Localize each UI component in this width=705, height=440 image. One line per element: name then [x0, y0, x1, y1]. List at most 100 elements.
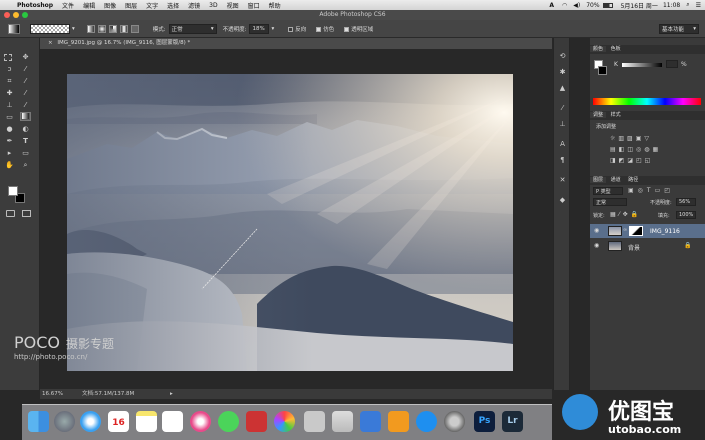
reminders-icon[interactable] [162, 411, 183, 432]
3d-panel-icon[interactable]: ◆ [558, 196, 567, 205]
menu-view[interactable]: 视图 [227, 1, 239, 10]
layer-thumbnail[interactable] [608, 226, 622, 236]
dither-checkbox-box[interactable] [316, 26, 322, 32]
gradient-preset-picker[interactable] [30, 23, 70, 34]
tab-styles[interactable]: 样式 [608, 112, 624, 118]
minimize-window-button[interactable] [13, 12, 19, 18]
tab-paths[interactable]: 路径 [625, 177, 641, 183]
tab-channels[interactable]: 通道 [608, 177, 624, 183]
adobe-icon[interactable]: A [549, 2, 554, 9]
menu-filter[interactable]: 滤镜 [188, 1, 200, 10]
tab-swatches[interactable]: 色板 [608, 46, 624, 52]
type-tool-icon[interactable]: T [20, 137, 31, 146]
app-store-icon[interactable] [416, 411, 437, 432]
gradient-tool-icon[interactable] [8, 23, 20, 34]
k-input[interactable] [666, 60, 678, 68]
blur-tool-icon[interactable]: ● [4, 125, 15, 134]
tab-adjustments[interactable]: 调整 [590, 112, 607, 118]
dodge-tool-icon[interactable]: ◐ [20, 125, 31, 134]
histogram-panel-icon[interactable]: ▲ [558, 84, 567, 93]
menubar-time[interactable]: 11:08 [663, 2, 680, 9]
eyedropper-icon[interactable]: ⁄ [20, 77, 31, 86]
preview-icon[interactable] [304, 411, 325, 432]
diamond-gradient-button[interactable] [130, 24, 139, 33]
tab-layers[interactable]: 图层 [590, 177, 607, 183]
color-spectrum-bar[interactable] [593, 98, 701, 105]
layer-mask-thumbnail[interactable] [629, 226, 643, 236]
brush-panel-icon[interactable]: ⁄ [558, 104, 567, 113]
history-panel-icon[interactable]: ⟲ [558, 52, 567, 61]
chain-link-icon[interactable]: ∞ [623, 227, 627, 233]
layer-name[interactable]: IMG_9116 [650, 228, 680, 235]
menu-file[interactable]: 文件 [62, 1, 74, 10]
clone-source-icon[interactable]: ⊥ [558, 120, 567, 129]
app-menu[interactable]: Photoshop [17, 2, 53, 9]
close-tab-icon[interactable]: × [48, 40, 53, 46]
volume-icon[interactable]: ◀) [573, 2, 580, 9]
menu-window[interactable]: 窗口 [248, 1, 260, 10]
reflected-gradient-button[interactable] [119, 24, 128, 33]
battery-percent[interactable]: 70% [586, 2, 599, 9]
mail-icon[interactable] [332, 411, 353, 432]
photoshop-icon[interactable]: Ps [474, 411, 495, 432]
actions-panel-icon[interactable]: ✱ [558, 68, 567, 77]
dither-checkbox[interactable]: 仿色 [316, 25, 334, 33]
notes-icon[interactable] [136, 411, 157, 432]
document-canvas-image[interactable] [67, 74, 513, 371]
workspace-dropdown[interactable]: 基本功能 ▾ [659, 23, 699, 34]
doc-info[interactable]: 文档:57.1M/137.8M [82, 389, 134, 399]
lightroom-icon[interactable]: Lr [502, 411, 523, 432]
photos-icon[interactable] [274, 411, 295, 432]
reverse-checkbox[interactable]: 反向 [288, 25, 306, 33]
gradient-dropdown-icon[interactable]: ▾ [72, 26, 75, 32]
brush-tool-icon[interactable]: ⁄ [20, 89, 31, 98]
panel-background-swatch[interactable] [598, 66, 607, 75]
history-brush-icon[interactable]: ⁄ [20, 101, 31, 110]
photo-booth-icon[interactable] [246, 411, 267, 432]
radial-gradient-button[interactable] [97, 24, 106, 33]
menubar-date[interactable]: 5月16日 周一 [621, 1, 658, 10]
finder-icon[interactable] [28, 411, 49, 432]
system-preferences-icon[interactable] [444, 411, 465, 432]
mode-dropdown[interactable]: 正常 ▾ [168, 23, 217, 34]
visibility-eye-icon[interactable]: ◉ [594, 242, 599, 249]
menu-help[interactable]: 帮助 [269, 1, 281, 10]
visibility-eye-icon[interactable]: ◉ [594, 227, 599, 234]
document-tab[interactable]: × IMG_9201.jpg @ 16.7% (IMG_9116, 图层蒙版/8… [40, 38, 552, 49]
lock-icons[interactable]: ▦⁄✥🔒 [610, 211, 641, 218]
k-slider[interactable] [622, 63, 662, 67]
gradient-tool-icon[interactable] [20, 112, 31, 121]
layer-thumbnail[interactable] [608, 241, 622, 251]
crop-tool-icon[interactable]: ⌗ [4, 77, 15, 86]
safari-icon[interactable] [80, 411, 101, 432]
screen-mode-icon[interactable] [22, 210, 31, 217]
adjustment-row-2[interactable]: ▤◧◫◎◍▦ [610, 144, 690, 155]
opacity-input[interactable]: 18% [249, 23, 270, 34]
reverse-checkbox-box[interactable] [288, 26, 294, 32]
messages-icon[interactable] [218, 411, 239, 432]
foreground-color-swatch[interactable] [8, 186, 18, 196]
shape-tool-icon[interactable]: ▭ [20, 149, 31, 158]
ibooks-icon[interactable] [388, 411, 409, 432]
menu-type[interactable]: 文字 [146, 1, 158, 10]
menu-edit[interactable]: 编辑 [83, 1, 95, 10]
character-panel-icon[interactable]: A [558, 140, 567, 149]
search-icon[interactable]: ⌕ [686, 1, 689, 9]
transparency-checkbox[interactable]: 透明区域 [344, 25, 373, 33]
layer-filter-icons[interactable]: ▣◎T▭◰ [628, 187, 674, 194]
notification-icon[interactable]: ☰ [696, 2, 701, 9]
fill-input[interactable]: 100% [676, 211, 696, 219]
hand-tool-icon[interactable]: ✋ [4, 161, 15, 170]
layer-name[interactable]: 背景 [628, 243, 640, 252]
paragraph-panel-icon[interactable]: ¶ [558, 156, 567, 165]
blend-mode-dropdown[interactable]: 正常 [593, 198, 627, 206]
tool-presets-icon[interactable]: ✕ [558, 176, 567, 185]
layer-kind-filter[interactable]: P 类型 [593, 187, 623, 195]
magic-wand-icon[interactable]: ⁄ [20, 65, 31, 74]
calendar-icon[interactable]: 16 [108, 411, 129, 432]
tab-color[interactable]: 颜色 [590, 46, 607, 52]
opacity-dropdown-icon[interactable]: ▾ [271, 26, 274, 32]
adjustment-row-3[interactable]: ◨◩◪◰◱ [610, 155, 690, 166]
launchpad-icon[interactable] [54, 411, 75, 432]
path-select-icon[interactable]: ▸ [4, 149, 15, 158]
